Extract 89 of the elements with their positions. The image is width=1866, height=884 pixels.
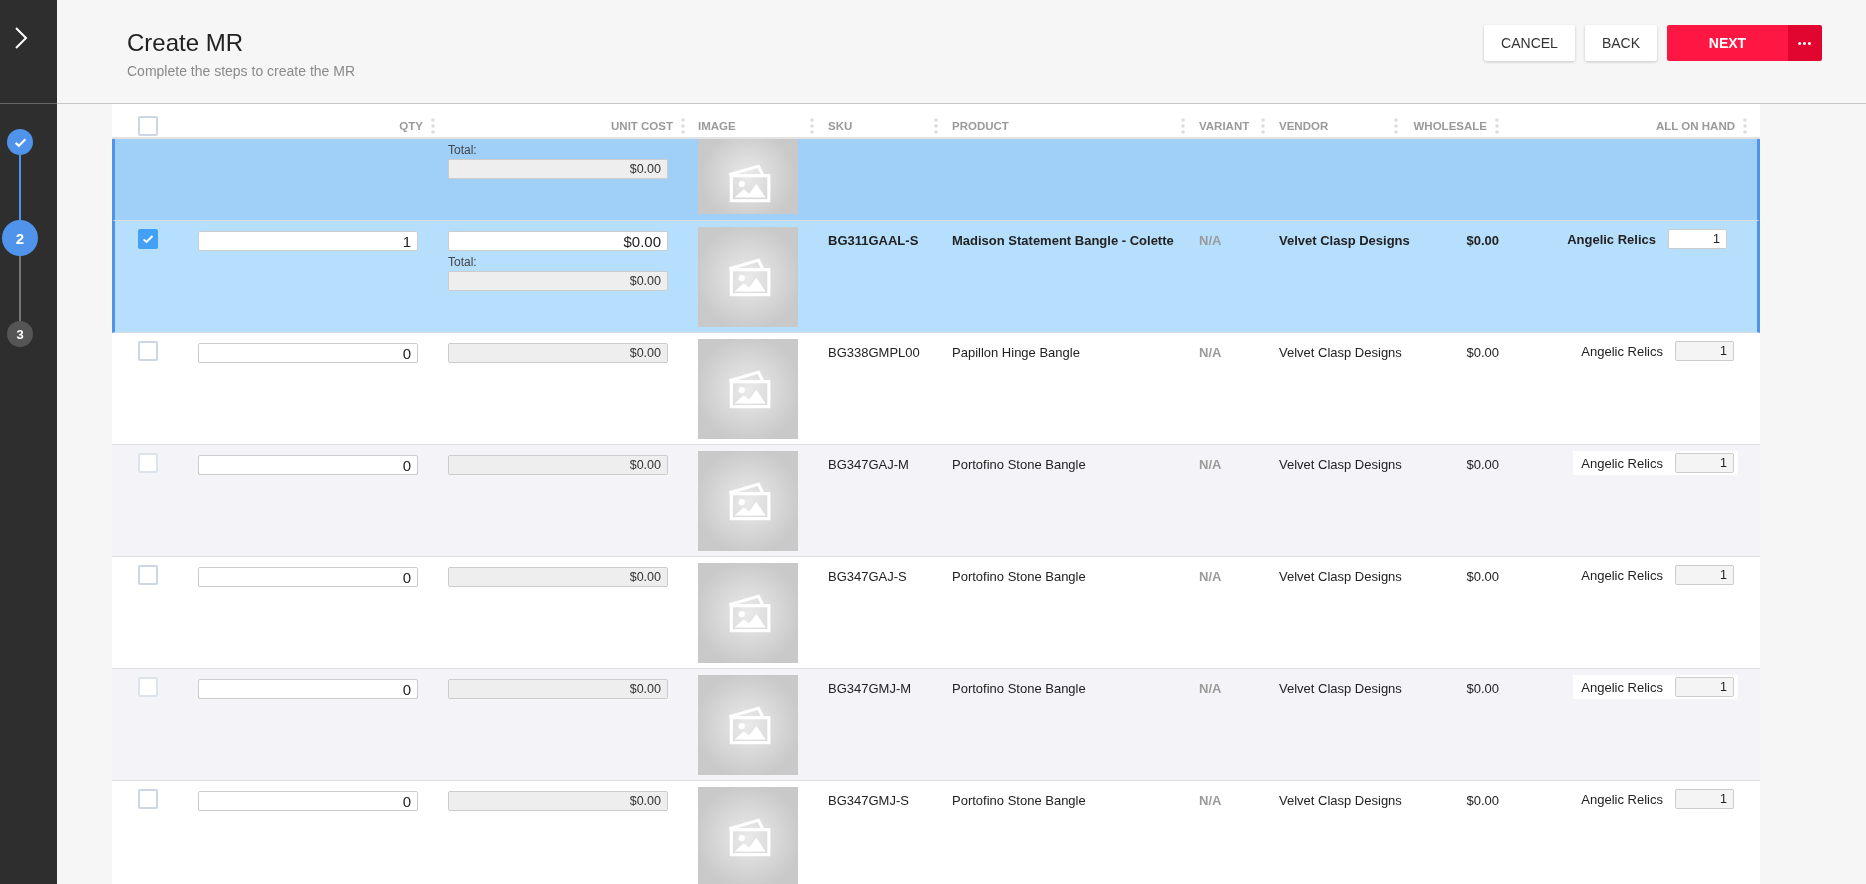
unit-cost-field: $0.00 (448, 791, 668, 811)
vendor-name: Velvet Clasp Designs (1279, 681, 1402, 696)
wholesale-price: $0.00 (1466, 457, 1499, 472)
product-name: Portofino Stone Bangle (952, 681, 1086, 696)
check-icon (142, 233, 154, 245)
unit-cost-field[interactable]: $0.00 (448, 231, 668, 251)
on-hand-field[interactable]: 1 (1675, 453, 1734, 473)
on-hand-field[interactable]: 1 (1675, 789, 1734, 809)
sku-text: BG338GMPL00 (828, 345, 920, 360)
product-name: Portofino Stone Bangle (952, 457, 1086, 472)
on-hand-field[interactable]: 1 (1675, 677, 1734, 697)
sku-text: BG347GMJ-S (828, 793, 909, 808)
page-subtitle: Complete the steps to create the MR (127, 63, 355, 79)
total-label: Total: (448, 143, 478, 157)
location-name: Angelic Relics (1581, 455, 1663, 471)
row-checkbox[interactable] (138, 565, 158, 585)
on-hand-field[interactable]: 1 (1675, 565, 1734, 585)
product-name: Madison Statement Bangle - Colette (952, 233, 1174, 248)
location-name: Angelic Relics (1581, 567, 1663, 583)
qty-field[interactable]: 0 (198, 343, 418, 363)
table-row[interactable]: 0 $0.00 BG347GMJ-M Portofino Stone Bangle N/A Velvet Clasp Designs $0.00 Angelic Relics 1 (112, 669, 1760, 781)
drag-handle-icon[interactable] (1261, 117, 1265, 134)
variant-text: N/A (1199, 233, 1222, 248)
sku-text: BG347GAJ-M (828, 457, 909, 472)
sku-text: BG311GAAL-S (828, 233, 919, 248)
total-field: $0.00 (448, 159, 668, 179)
step-circle[interactable]: 3 (7, 321, 33, 347)
drag-handle-icon[interactable] (681, 117, 685, 134)
on-hand-field[interactable]: 1 (1675, 341, 1734, 361)
wholesale-price: $0.00 (1466, 345, 1499, 360)
vendor-name: Velvet Clasp Designs (1279, 457, 1402, 472)
step-circle[interactable] (7, 129, 33, 155)
expand-icon[interactable] (14, 26, 28, 50)
location-name: Angelic Relics (1581, 343, 1663, 359)
total-label: Total: (448, 255, 478, 269)
unit-cost-field: $0.00 (448, 455, 668, 475)
qty-field[interactable]: 0 (198, 679, 418, 699)
table-row[interactable]: 0 $0.00 BG347GAJ-S Portofino Stone Bangle N/A Velvet Clasp Designs $0.00 Angelic Relics 1 (112, 557, 1760, 669)
action-button[interactable]: BACK (1584, 25, 1657, 61)
location-name: Angelic Relics (1581, 679, 1663, 695)
product-name: Portofino Stone Bangle (952, 793, 1086, 808)
sku-text: BG347GAJ-S (828, 569, 907, 584)
table-row[interactable]: Total: $0.00 (112, 139, 1760, 221)
qty-field[interactable]: 0 (198, 791, 418, 811)
vendor-name: Velvet Clasp Designs (1279, 345, 1402, 360)
more-button[interactable]: ••• (1788, 25, 1822, 61)
product-name: Portofino Stone Bangle (952, 569, 1086, 584)
drag-handle-icon[interactable] (1495, 117, 1499, 134)
location-name: Angelic Relics (1567, 231, 1656, 247)
location-name: Angelic Relics (1581, 791, 1663, 807)
drag-handle-icon[interactable] (431, 117, 435, 134)
on-hand-field[interactable]: 1 (1668, 229, 1727, 249)
table-row[interactable]: 0 $0.00 BG338GMPL00 Papillon Hinge Bangle N/A Velvet Clasp Designs $0.00 Angelic Relics 1 (112, 333, 1760, 445)
unit-cost-field: $0.00 (448, 679, 668, 699)
page-title: Create MR (127, 29, 245, 57)
variant-text: N/A (1199, 793, 1222, 808)
vendor-name: Velvet Clasp Designs (1279, 233, 1410, 248)
table-row[interactable]: 1 $0.00 Total: $0.00 BG311GAAL-S Madison Statement Bangle - Colette N/A Velvet Clasp Designs $0.00 Angelic Relics 1 (112, 221, 1760, 333)
row-checkbox[interactable] (138, 229, 158, 249)
row-checkbox[interactable] (138, 341, 158, 361)
action-button[interactable]: CANCEL (1484, 25, 1575, 61)
drag-handle-icon[interactable] (1394, 117, 1398, 134)
variant-text: N/A (1199, 345, 1222, 360)
select-all-checkbox[interactable] (138, 115, 158, 136)
drag-handle-icon[interactable] (810, 117, 814, 134)
wholesale-price: $0.00 (1466, 569, 1499, 584)
unit-cost-field: $0.00 (448, 343, 668, 363)
wholesale-price: $0.00 (1466, 793, 1499, 808)
qty-field[interactable]: 1 (198, 231, 418, 251)
drag-handle-icon[interactable] (1181, 117, 1185, 134)
vendor-name: Velvet Clasp Designs (1279, 569, 1402, 584)
wholesale-price: $0.00 (1466, 681, 1499, 696)
table-row[interactable]: 0 $0.00 BG347GMJ-S Portofino Stone Bangle N/A Velvet Clasp Designs $0.00 Angelic Relics 1 (112, 781, 1760, 884)
variant-text: N/A (1199, 569, 1222, 584)
table-row[interactable]: 0 $0.00 BG347GAJ-M Portofino Stone Bangle N/A Velvet Clasp Designs $0.00 Angelic Relics 1 (112, 445, 1760, 557)
total-field: $0.00 (448, 271, 668, 291)
row-checkbox[interactable] (138, 789, 158, 809)
variant-text: N/A (1199, 457, 1222, 472)
sku-text: BG347GMJ-M (828, 681, 912, 696)
variant-text: N/A (1199, 681, 1222, 696)
vendor-name: Velvet Clasp Designs (1279, 793, 1402, 808)
qty-field[interactable]: 0 (198, 567, 418, 587)
qty-field[interactable]: 0 (198, 455, 418, 475)
drag-handle-icon[interactable] (934, 117, 938, 134)
wholesale-price: $0.00 (1466, 233, 1499, 248)
product-name: Papillon Hinge Bangle (952, 345, 1080, 360)
next-button[interactable]: NEXT (1667, 25, 1788, 61)
drag-handle-icon[interactable] (1743, 117, 1747, 134)
unit-cost-field: $0.00 (448, 567, 668, 587)
